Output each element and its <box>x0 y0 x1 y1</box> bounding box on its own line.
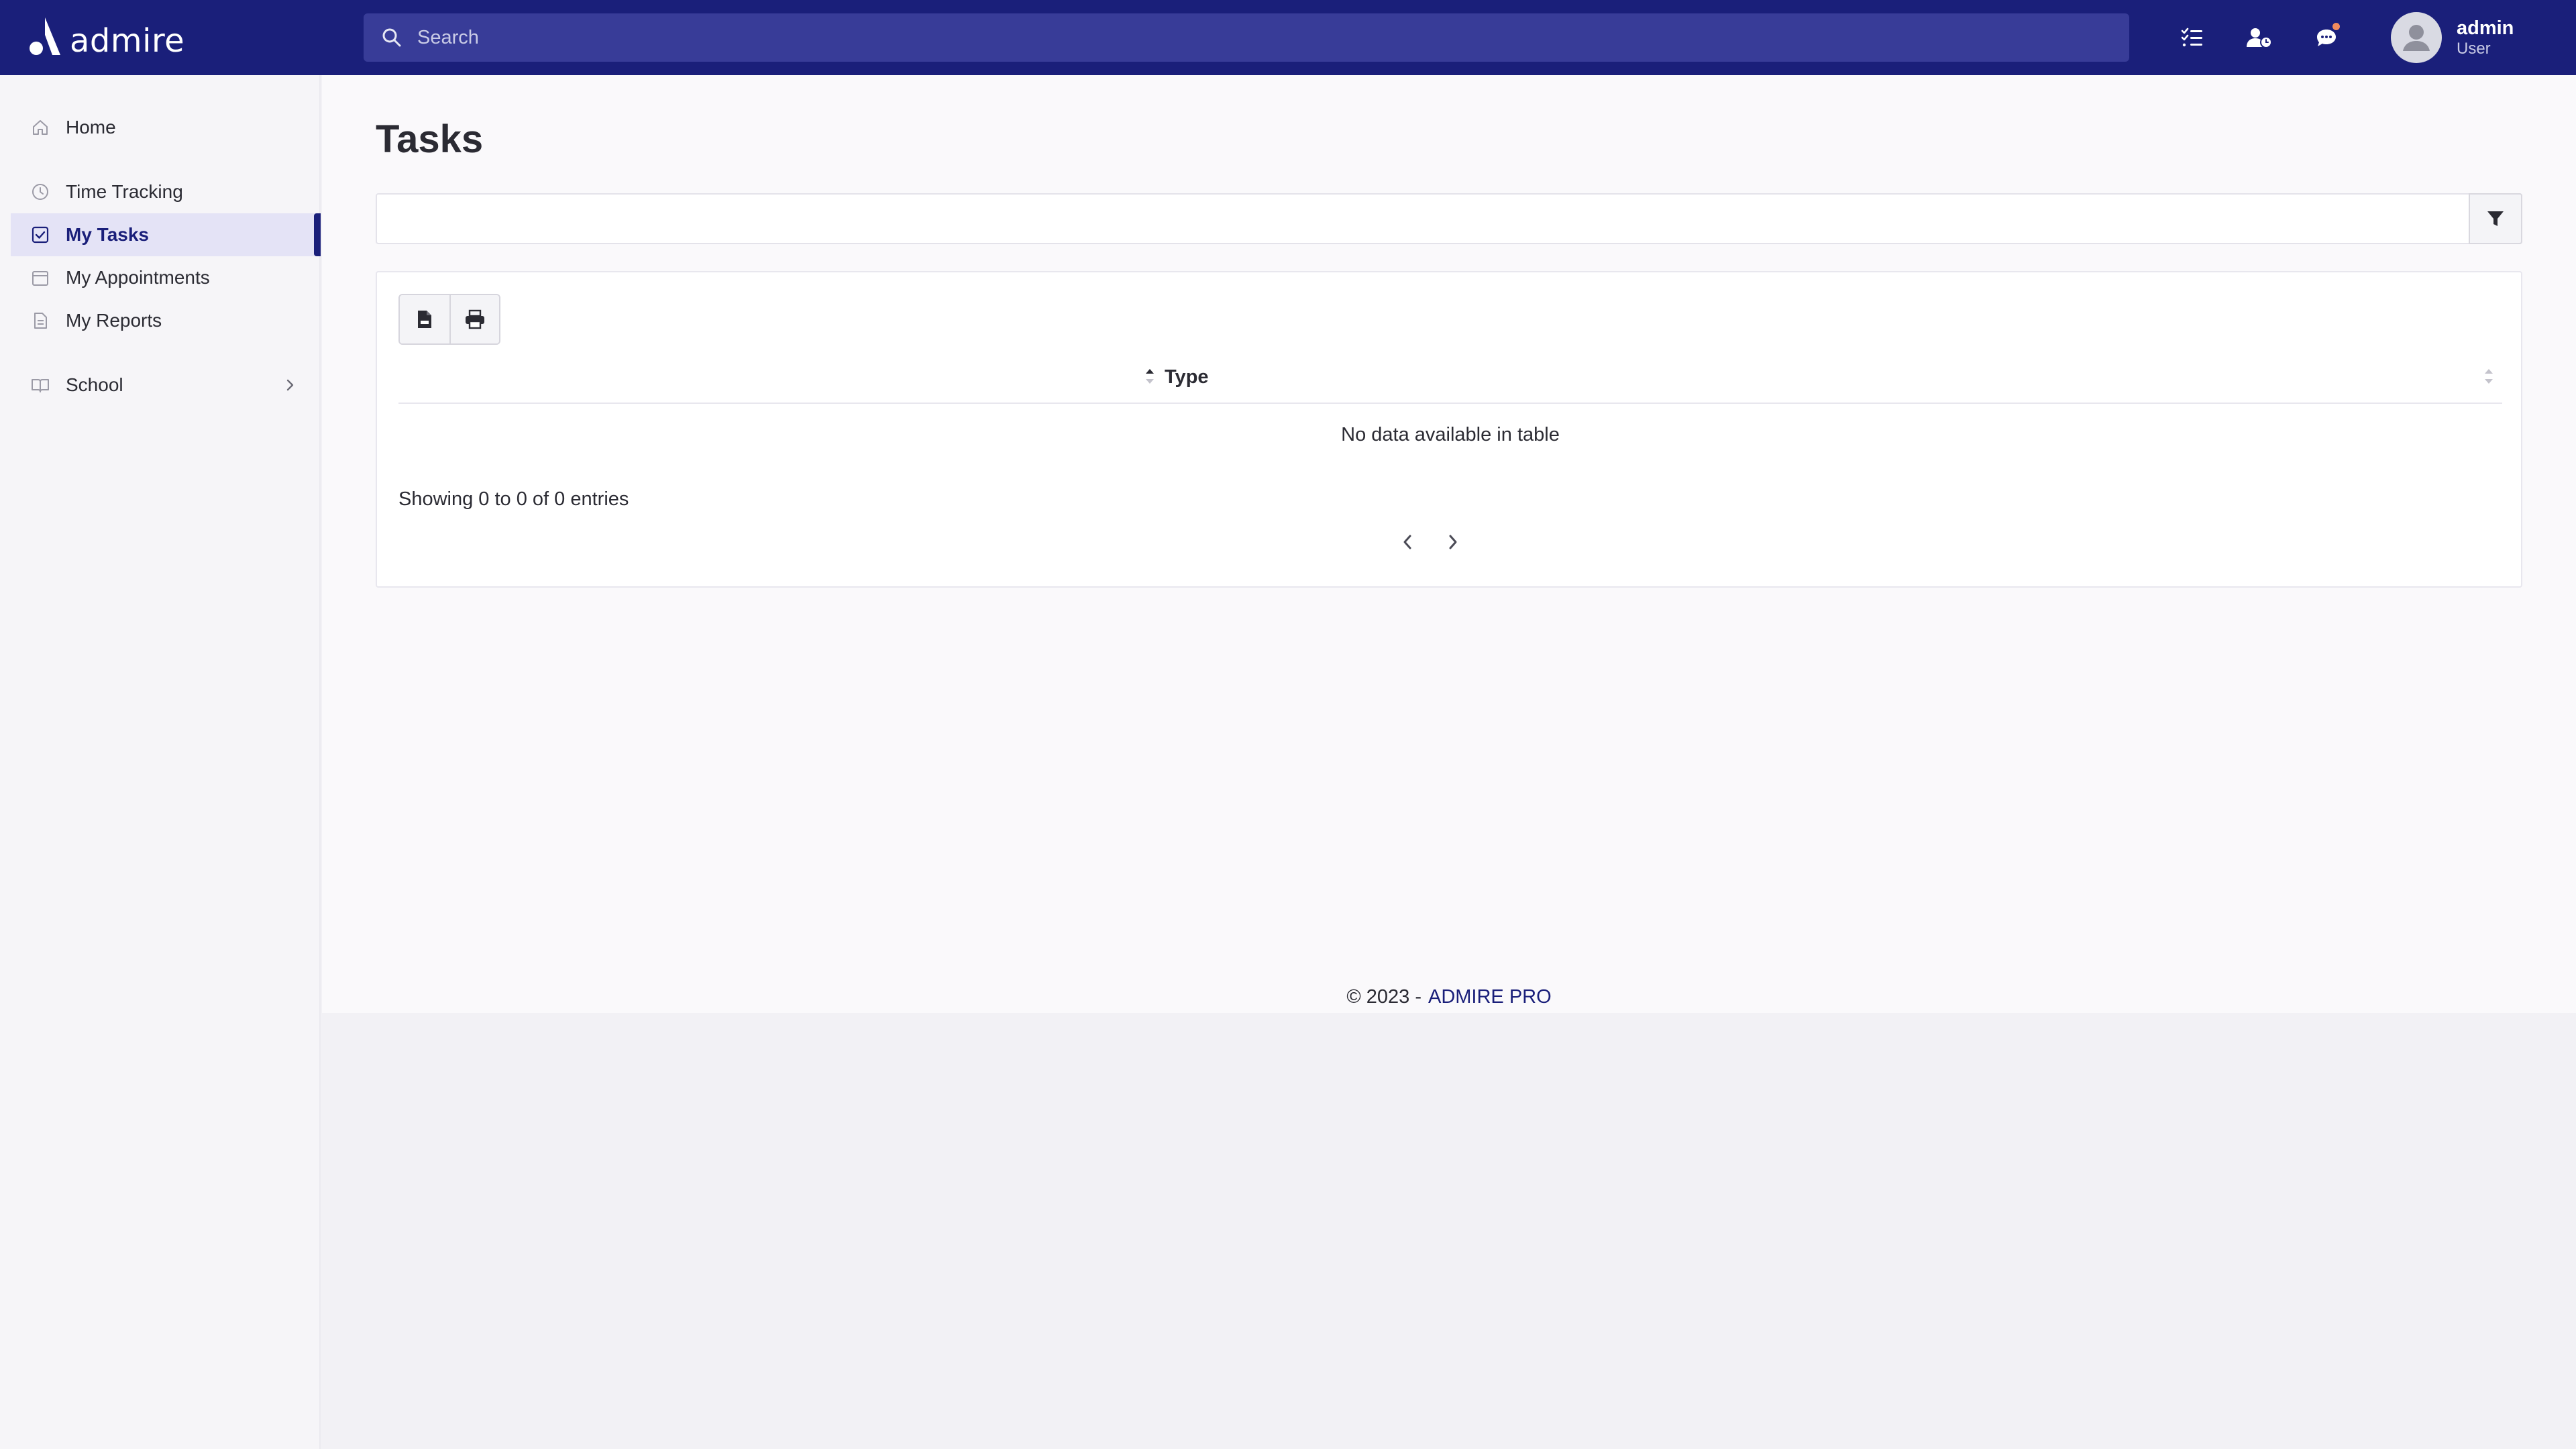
filter-icon <box>2487 211 2504 226</box>
user-info: admin User <box>2457 17 2514 58</box>
filter-button[interactable] <box>2469 193 2522 244</box>
search-box[interactable] <box>364 13 2129 62</box>
page-title: Tasks <box>376 117 484 161</box>
messages-button[interactable] <box>2312 23 2341 52</box>
print-icon <box>466 309 484 329</box>
table-empty-message: No data available in table <box>1341 423 1560 445</box>
search-icon <box>382 28 401 47</box>
sort-ascending-icon[interactable] <box>1143 366 1157 386</box>
filter-bar[interactable] <box>376 193 2522 244</box>
column-header-type[interactable]: Type <box>1165 366 1209 388</box>
next-page-button[interactable] <box>1442 530 1464 554</box>
sidebar-item-label: Time Tracking <box>66 181 183 202</box>
table-header-row: Type <box>398 352 2502 404</box>
book-icon <box>32 379 49 392</box>
sidebar-item-home[interactable]: Home <box>11 106 321 149</box>
chat-icon <box>2317 30 2336 46</box>
sidebar-item-time-tracking[interactable]: Time Tracking <box>11 170 321 213</box>
clock-icon <box>32 184 48 200</box>
sidebar-item-school[interactable]: School <box>11 364 321 407</box>
sidebar-item-my-reports[interactable]: My Reports <box>11 299 321 342</box>
admire-logo-icon <box>30 17 60 55</box>
export-csv-button[interactable] <box>400 295 449 343</box>
user-name: admin <box>2457 17 2514 39</box>
brand-name: admire <box>70 22 185 60</box>
chevron-right-icon <box>1449 535 1457 549</box>
sidebar-item-label: My Tasks <box>66 224 149 245</box>
sidebar-item-label: My Appointments <box>66 267 210 288</box>
checkbox-icon <box>32 226 49 244</box>
tasks-button[interactable] <box>2178 23 2207 52</box>
user-status-button[interactable] <box>2245 23 2274 52</box>
sidebar: Home Time Tracking My Tasks My Appointme… <box>0 75 321 1449</box>
top-bar: admire Search admin User <box>0 0 2576 75</box>
tasks-table-card: Type No data available in table Showing … <box>376 271 2522 588</box>
chevron-right-icon <box>286 379 294 391</box>
pagination <box>1397 529 1477 555</box>
export-csv-icon <box>418 311 431 328</box>
report-icon <box>34 313 47 329</box>
sidebar-item-my-tasks[interactable]: My Tasks <box>11 213 321 256</box>
print-button[interactable] <box>449 295 499 343</box>
sidebar-item-label: My Reports <box>66 310 162 331</box>
footer-copyright: © 2023 - <box>1346 985 1421 1008</box>
chevron-left-icon <box>1403 535 1411 549</box>
footer-link[interactable]: ADMIRE PRO <box>1428 986 1552 1008</box>
table-tools <box>398 294 500 345</box>
sort-icon[interactable] <box>2482 366 2496 386</box>
task-list-icon <box>2181 28 2202 47</box>
sidebar-item-label: Home <box>66 117 116 138</box>
calendar-icon <box>32 271 48 286</box>
main-content: Tasks Type No data available in table Sh… <box>322 75 2576 1013</box>
user-clock-icon <box>2247 28 2272 48</box>
notification-dot <box>2332 23 2340 30</box>
user-menu[interactable]: admin User <box>2391 12 2514 63</box>
previous-page-button[interactable] <box>1397 530 1418 554</box>
sidebar-item-my-appointments[interactable]: My Appointments <box>11 256 321 299</box>
table-info: Showing 0 to 0 of 0 entries <box>398 488 629 510</box>
user-role: User <box>2457 39 2491 58</box>
brand-logo[interactable]: admire <box>27 15 185 60</box>
search-input[interactable] <box>417 13 2108 62</box>
avatar <box>2391 12 2442 63</box>
footer: © 2023 - ADMIRE PRO <box>322 981 2576 1013</box>
user-avatar-icon <box>2403 25 2430 51</box>
home-icon <box>33 120 48 135</box>
sidebar-item-label: School <box>66 374 123 395</box>
